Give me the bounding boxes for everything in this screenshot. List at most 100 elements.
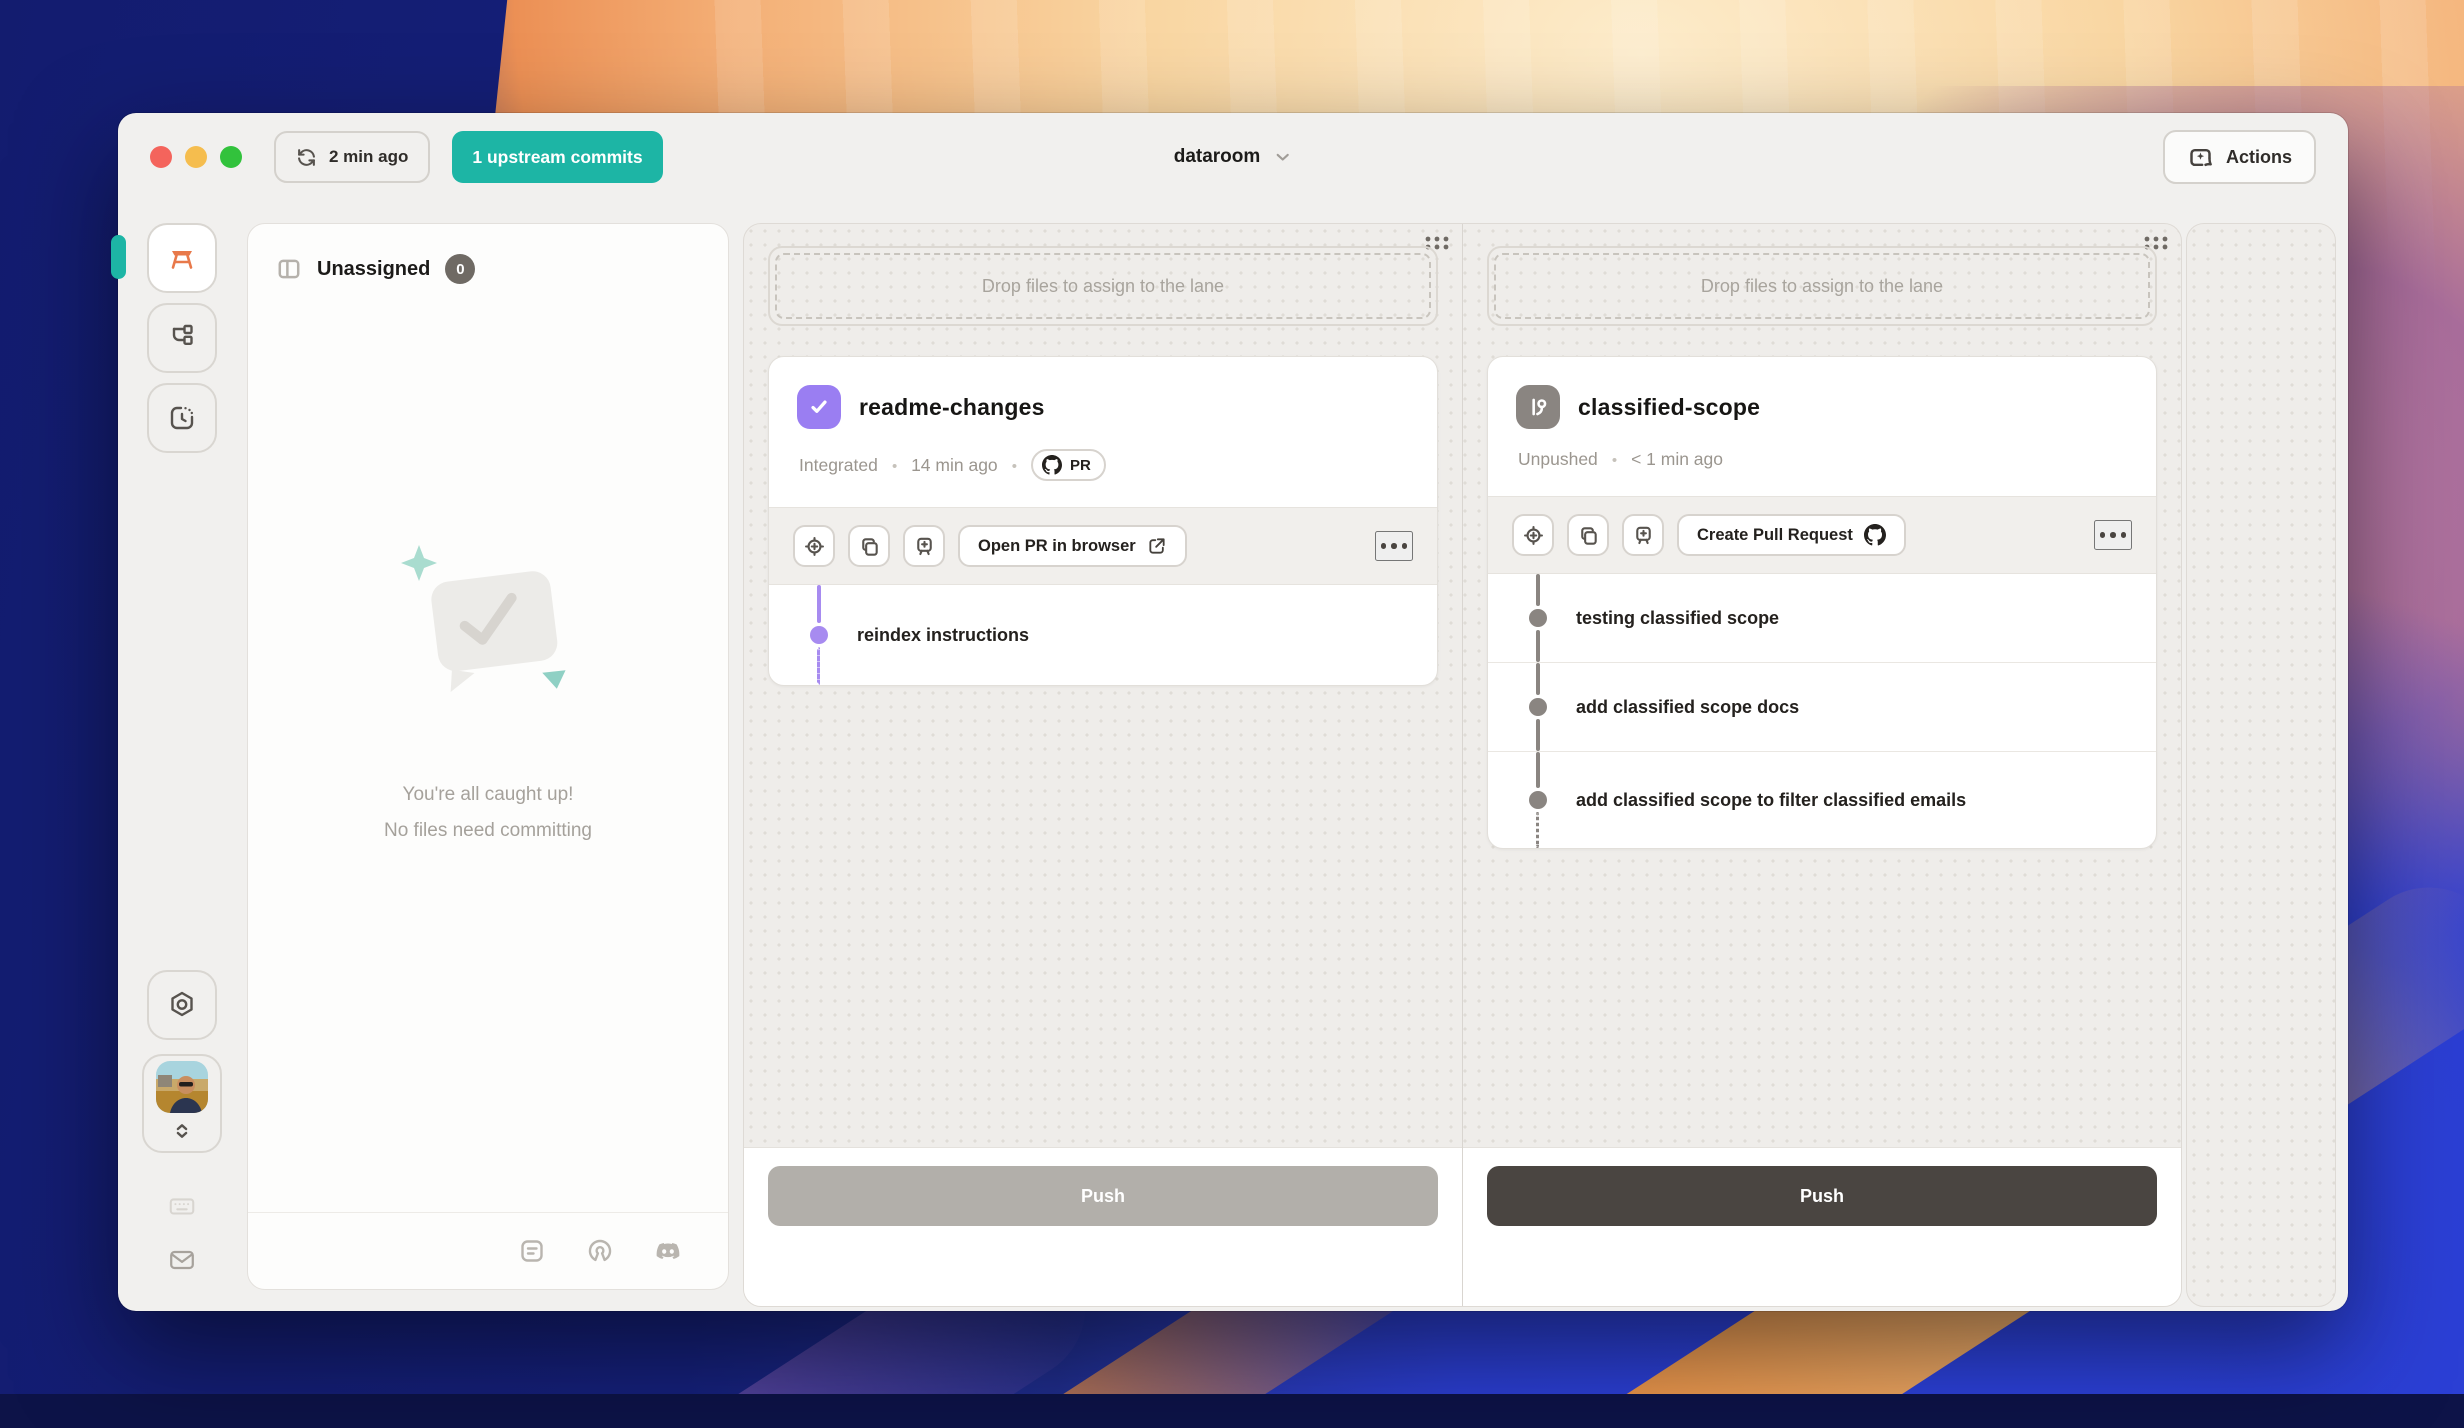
titlebar: 2 min ago 1 upstream commits dataroom Ac… xyxy=(118,113,2348,201)
lane-footer: Push xyxy=(1463,1147,2181,1306)
unassigned-title: Unassigned xyxy=(317,258,430,281)
check-icon xyxy=(806,394,832,420)
commit-row[interactable]: reindex instructions xyxy=(769,585,1437,685)
branch-status-badge xyxy=(1516,385,1560,429)
copy-icon xyxy=(858,535,881,558)
history-clock-icon xyxy=(166,402,198,434)
commit-message: reindex instructions xyxy=(857,625,1029,646)
branch-status-badge xyxy=(797,385,841,429)
external-link-icon xyxy=(1147,536,1167,556)
ellipsis-icon xyxy=(1381,543,1387,549)
commit-rail xyxy=(1536,752,1540,788)
drop-zone[interactable]: Drop files to assign to the lane xyxy=(768,246,1438,326)
butler-table-icon xyxy=(166,242,198,274)
branches-icon xyxy=(166,322,198,354)
commit-dot xyxy=(1529,609,1547,627)
empty-state: You're all caught up! No files need comm… xyxy=(248,294,728,1212)
open-source-icon[interactable] xyxy=(586,1237,614,1265)
sparkle-box-icon xyxy=(2187,144,2214,171)
commit-rail-dotted xyxy=(1536,812,1539,848)
minimize-window-button[interactable] xyxy=(185,146,207,168)
pr-badge[interactable]: PR xyxy=(1031,449,1106,481)
feedback-mail-button[interactable] xyxy=(167,1233,197,1287)
workspace-active-indicator xyxy=(111,235,126,279)
branch-card: readme-changes Integrated 14 min ago PR xyxy=(768,356,1438,686)
drop-zone[interactable]: Drop files to assign to the lane xyxy=(1487,246,2157,326)
frame-plus-button[interactable] xyxy=(1622,514,1664,556)
frame-plus-button[interactable] xyxy=(903,525,945,567)
lane-classified-scope: Drop files to assign to the lane classif… xyxy=(1462,224,2181,1306)
close-window-button[interactable] xyxy=(150,146,172,168)
actions-button[interactable]: Actions xyxy=(2163,130,2316,184)
lanes-board: Drop files to assign to the lane readme-… xyxy=(743,223,2182,1307)
traffic-lights xyxy=(150,146,242,168)
unassigned-panel: Unassigned 0 You're all caught up! No fi… xyxy=(247,223,729,1290)
user-avatar xyxy=(156,1061,208,1113)
sync-status-button[interactable]: 2 min ago xyxy=(274,131,430,183)
lane-readme-changes: Drop files to assign to the lane readme-… xyxy=(744,224,1462,1306)
branch-status-row: Integrated 14 min ago PR xyxy=(797,449,1409,481)
sync-icon xyxy=(296,147,317,168)
project-name: dataroom xyxy=(1174,146,1261,168)
unassigned-header: Unassigned 0 xyxy=(248,224,728,294)
commit-row[interactable]: add classified scope to filter classifie… xyxy=(1488,751,2156,848)
unassigned-count-badge: 0 xyxy=(445,254,475,284)
new-lane-area[interactable] xyxy=(2186,223,2336,1307)
chevron-down-icon xyxy=(1272,147,1292,167)
sidebar-tab-history[interactable] xyxy=(147,383,217,453)
empty-state-subtitle: No files need committing xyxy=(384,813,592,849)
commit-row[interactable]: testing classified scope xyxy=(1488,574,2156,662)
drop-hint: Drop files to assign to the lane xyxy=(982,276,1224,297)
push-button[interactable]: Push xyxy=(768,1166,1438,1226)
commit-message: add classified scope docs xyxy=(1576,697,1799,718)
wallpaper-bottom-strip xyxy=(0,1394,2464,1428)
mail-icon xyxy=(167,1245,197,1275)
overflow-menu-button[interactable] xyxy=(2094,520,2133,550)
commit-message: testing classified scope xyxy=(1576,608,1779,629)
branch-name: classified-scope xyxy=(1578,394,1760,421)
user-switcher[interactable] xyxy=(142,1054,222,1153)
copy-button[interactable] xyxy=(1567,514,1609,556)
actions-label: Actions xyxy=(2226,147,2292,168)
commit-rail xyxy=(1536,719,1540,751)
copy-button[interactable] xyxy=(848,525,890,567)
branch-icon xyxy=(1525,394,1551,420)
branch-card: classified-scope Unpushed < 1 min ago xyxy=(1487,356,2157,849)
branch-card-header[interactable]: classified-scope Unpushed < 1 min ago xyxy=(1488,357,2156,496)
commit-dot xyxy=(1529,791,1547,809)
open-pr-button[interactable]: Open PR in browser xyxy=(958,525,1187,567)
crosshair-plus-icon xyxy=(803,535,826,558)
commit-list: testing classified scope add classified … xyxy=(1488,574,2156,848)
keyboard-shortcuts-button[interactable] xyxy=(167,1179,197,1233)
gear-icon xyxy=(166,989,198,1021)
frame-plus-icon xyxy=(913,535,936,558)
commit-dot xyxy=(810,626,828,644)
branch-status: Unpushed xyxy=(1518,449,1598,470)
branch-status: Integrated xyxy=(799,455,878,476)
feedback-note-icon[interactable] xyxy=(518,1237,546,1265)
sync-time-label: 2 min ago xyxy=(329,147,408,167)
commit-rail-dotted xyxy=(817,647,820,685)
project-switcher[interactable]: dataroom xyxy=(1174,146,1293,168)
sidebar-tab-workspace[interactable] xyxy=(147,223,217,293)
commit-message: add classified scope to filter classifie… xyxy=(1576,790,1966,811)
split-panel-icon xyxy=(276,256,302,282)
commit-rail xyxy=(1536,663,1540,695)
copy-icon xyxy=(1577,524,1600,547)
upstream-commits-badge[interactable]: 1 upstream commits xyxy=(452,131,662,183)
zoom-window-button[interactable] xyxy=(220,146,242,168)
discord-icon[interactable] xyxy=(654,1237,682,1265)
sidebar-tab-branches[interactable] xyxy=(147,303,217,373)
crosshair-plus-button[interactable] xyxy=(793,525,835,567)
commit-dot xyxy=(1529,698,1547,716)
commit-row[interactable]: add classified scope docs xyxy=(1488,662,2156,751)
overflow-menu-button[interactable] xyxy=(1375,531,1414,561)
branch-card-header[interactable]: readme-changes Integrated 14 min ago PR xyxy=(769,357,1437,507)
branch-status-row: Unpushed < 1 min ago xyxy=(1516,449,2128,470)
commit-rail xyxy=(1536,574,1540,606)
crosshair-plus-button[interactable] xyxy=(1512,514,1554,556)
settings-button[interactable] xyxy=(147,970,217,1040)
push-button[interactable]: Push xyxy=(1487,1166,2157,1226)
commit-rail xyxy=(1536,630,1540,662)
create-pr-button[interactable]: Create Pull Request xyxy=(1677,514,1906,556)
